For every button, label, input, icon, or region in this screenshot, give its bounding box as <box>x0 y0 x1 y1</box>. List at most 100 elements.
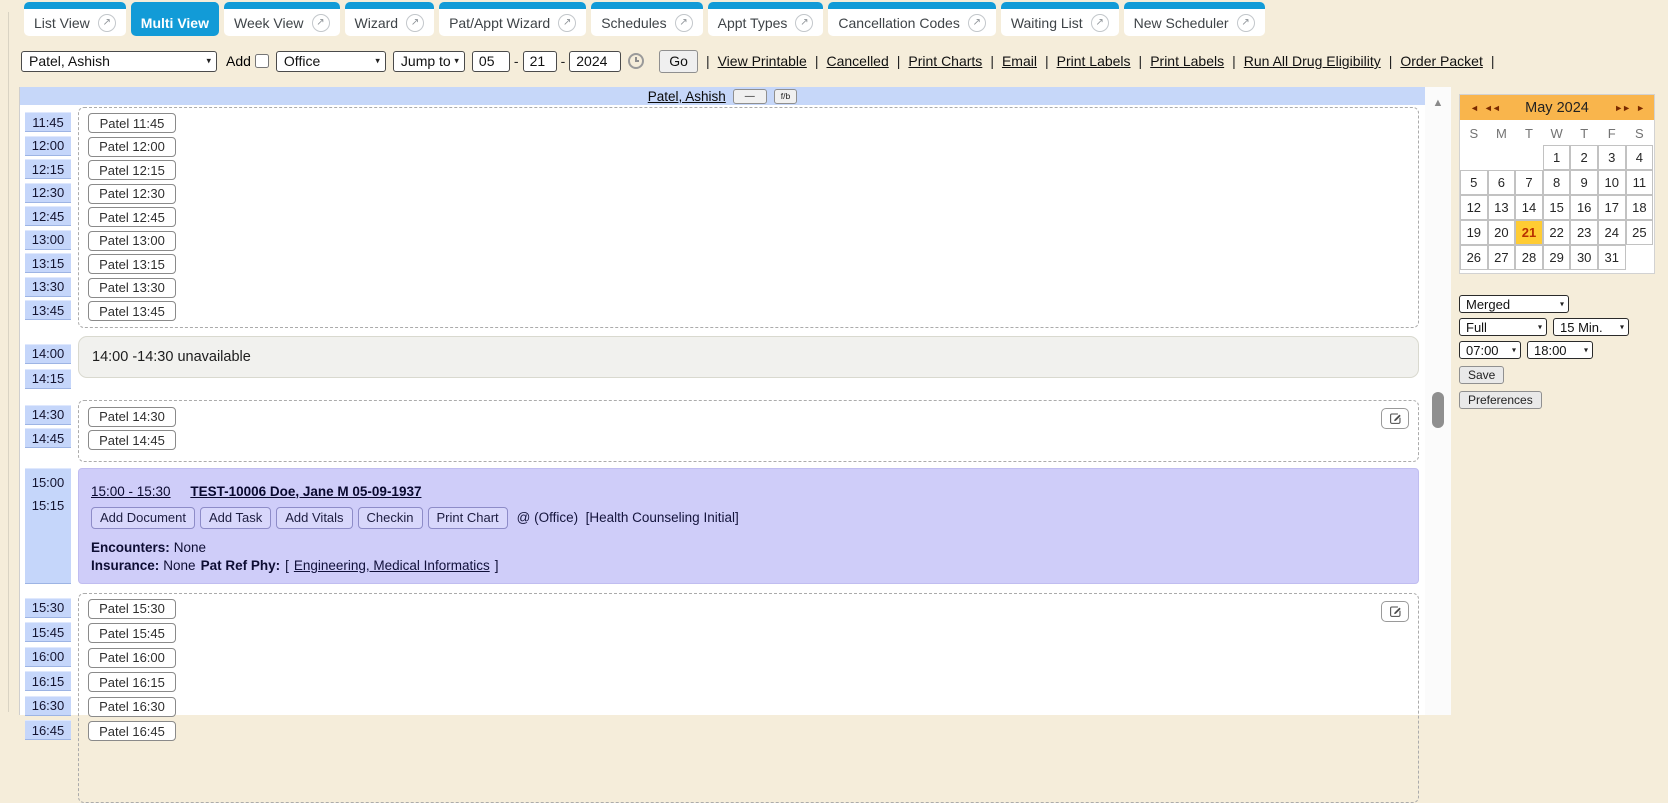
calendar-day[interactable]: 16 <box>1570 195 1598 220</box>
appointment-time-cell[interactable]: 15:00 15:15 <box>25 468 71 584</box>
open-slot-button[interactable]: Patel 13:45 <box>88 301 176 321</box>
edit-availability-button[interactable] <box>1381 408 1409 429</box>
time-label[interactable]: 16:45 <box>25 720 71 740</box>
date-month-input[interactable] <box>472 51 510 72</box>
open-slot-button[interactable]: Patel 13:00 <box>88 231 176 251</box>
edit-availability-button[interactable] <box>1381 601 1409 622</box>
tab-schedules[interactable]: Schedules↗ <box>591 2 702 36</box>
open-new-window-icon[interactable]: ↗ <box>406 14 424 32</box>
calendar-day[interactable]: 17 <box>1598 195 1626 220</box>
time-label[interactable]: 14:15 <box>25 369 71 389</box>
open-slot-button[interactable]: Patel 12:15 <box>88 160 176 180</box>
open-slot-button[interactable]: Patel 16:30 <box>88 697 176 717</box>
calendar-day[interactable]: 18 <box>1626 195 1654 220</box>
calendar-day[interactable]: 30 <box>1570 245 1598 270</box>
tab-cancellation-codes[interactable]: Cancellation Codes↗ <box>828 2 995 36</box>
time-label[interactable]: 12:00 <box>25 136 71 156</box>
view-mode-select[interactable]: Merged▾ <box>1459 295 1569 313</box>
calendar-day[interactable]: 31 <box>1598 245 1626 270</box>
tab-multi-view[interactable]: Multi View <box>131 2 219 36</box>
unavailable-block[interactable]: 14:00 -14:30 unavailable <box>78 336 1419 378</box>
scrollbar-thumb[interactable] <box>1432 392 1444 428</box>
view-printable-link[interactable]: View Printable <box>718 53 807 69</box>
calendar-day[interactable]: 2 <box>1570 145 1598 170</box>
calendar-day[interactable]: 15 <box>1543 195 1571 220</box>
open-slot-button[interactable]: Patel 15:30 <box>88 599 176 619</box>
calendar-day[interactable]: 4 <box>1626 145 1654 170</box>
jump-to-select[interactable]: Jump to▾ <box>393 51 465 72</box>
calendar-day[interactable]: 13 <box>1488 195 1516 220</box>
add-vitals-button[interactable]: Add Vitals <box>276 507 352 529</box>
preferences-button[interactable]: Preferences <box>1459 391 1542 409</box>
size-select[interactable]: Full▾ <box>1459 318 1547 336</box>
open-slot-button[interactable]: Patel 13:30 <box>88 278 176 298</box>
open-slot-button[interactable]: Patel 16:00 <box>88 648 176 668</box>
open-slot-button[interactable]: Patel 12:00 <box>88 137 176 157</box>
prev-month-arrow-icon[interactable]: ◄ <box>1470 103 1478 113</box>
calendar-day[interactable]: 3 <box>1598 145 1626 170</box>
run-all-drug-eligibility-link[interactable]: Run All Drug Eligibility <box>1244 53 1381 69</box>
calendar-day[interactable]: 28 <box>1515 245 1543 270</box>
time-label[interactable]: 16:15 <box>25 671 71 691</box>
print-chart-button[interactable]: Print Chart <box>428 507 508 529</box>
open-new-window-icon[interactable]: ↗ <box>675 14 693 32</box>
tab-appt-types[interactable]: Appt Types↗ <box>708 2 824 36</box>
print-labels-link-1[interactable]: Print Labels <box>1057 53 1131 69</box>
open-slot-button[interactable]: Patel 12:30 <box>88 184 176 204</box>
tab-waiting-list[interactable]: Waiting List↗ <box>1001 2 1119 36</box>
order-packet-link[interactable]: Order Packet <box>1400 53 1482 69</box>
open-slot-button[interactable]: Patel 12:45 <box>88 207 176 227</box>
calendar-day[interactable]: 20 <box>1488 220 1516 245</box>
calendar-day[interactable]: 11 <box>1626 170 1654 195</box>
calendar-day[interactable]: 12 <box>1460 195 1488 220</box>
calendar-day[interactable]: 22 <box>1543 220 1571 245</box>
time-label[interactable]: 15:45 <box>25 622 71 642</box>
calendar-day[interactable]: 24 <box>1598 220 1626 245</box>
add-task-button[interactable]: Add Task <box>200 507 271 529</box>
time-label[interactable]: 16:00 <box>25 647 71 667</box>
open-new-window-icon[interactable]: ↗ <box>312 14 330 32</box>
add-document-button[interactable]: Add Document <box>91 507 195 529</box>
time-label[interactable]: 11:45 <box>25 112 71 132</box>
date-day-input[interactable] <box>523 51 557 72</box>
open-new-window-icon[interactable]: ↗ <box>1091 14 1109 32</box>
open-slot-button[interactable]: Patel 14:45 <box>88 430 176 450</box>
next-month-arrow-icon[interactable]: ► <box>1636 103 1644 113</box>
calendar-day[interactable]: 26 <box>1460 245 1488 270</box>
calendar-day[interactable]: 27 <box>1488 245 1516 270</box>
time-label[interactable]: 15:30 <box>25 598 71 618</box>
calendar-day[interactable]: 7 <box>1515 170 1543 195</box>
appointment-time-link[interactable]: 15:00 - 15:30 <box>91 484 171 499</box>
checkin-button[interactable]: Checkin <box>358 507 423 529</box>
tab-list-view[interactable]: List View↗ <box>24 2 126 36</box>
calendar-day-selected[interactable]: 21 <box>1515 220 1543 245</box>
open-slot-button[interactable]: Patel 11:45 <box>88 113 176 133</box>
print-labels-link-2[interactable]: Print Labels <box>1150 53 1224 69</box>
time-label[interactable]: 12:30 <box>25 183 71 203</box>
facility-select[interactable]: Office▾ <box>276 51 386 72</box>
calendar-day[interactable]: 23 <box>1570 220 1598 245</box>
prev-year-arrow-icon[interactable]: ◄◄ <box>1484 103 1500 113</box>
provider-select[interactable]: Patel, Ashish▾ <box>21 51 217 72</box>
interval-select[interactable]: 15 Min.▾ <box>1553 318 1629 336</box>
time-label[interactable]: 14:00 <box>25 344 71 364</box>
fb-button[interactable]: f/b <box>774 89 797 104</box>
open-slot-button[interactable]: Patel 16:45 <box>88 721 176 741</box>
open-slot-button[interactable]: Patel 13:15 <box>88 254 176 274</box>
open-new-window-icon[interactable]: ↗ <box>795 14 813 32</box>
tab-wizard[interactable]: Wizard↗ <box>345 2 435 36</box>
cancelled-link[interactable]: Cancelled <box>826 53 888 69</box>
date-year-input[interactable] <box>569 51 621 72</box>
open-new-window-icon[interactable]: ↗ <box>1237 14 1255 32</box>
time-label[interactable]: 12:45 <box>25 206 71 226</box>
time-label[interactable]: 14:30 <box>25 405 71 425</box>
start-time-select[interactable]: 07:00▾ <box>1459 341 1521 359</box>
print-charts-link[interactable]: Print Charts <box>908 53 982 69</box>
time-label[interactable]: 13:15 <box>25 253 71 273</box>
open-slot-button[interactable]: Patel 16:15 <box>88 672 176 692</box>
schedule-scrollbar[interactable]: ▲ <box>1425 87 1451 715</box>
open-new-window-icon[interactable]: ↗ <box>558 14 576 32</box>
calendar-day[interactable]: 10 <box>1598 170 1626 195</box>
patient-name-link[interactable]: TEST-10006 Doe, Jane M 05-09-1937 <box>190 484 421 499</box>
time-label[interactable]: 16:30 <box>25 696 71 716</box>
